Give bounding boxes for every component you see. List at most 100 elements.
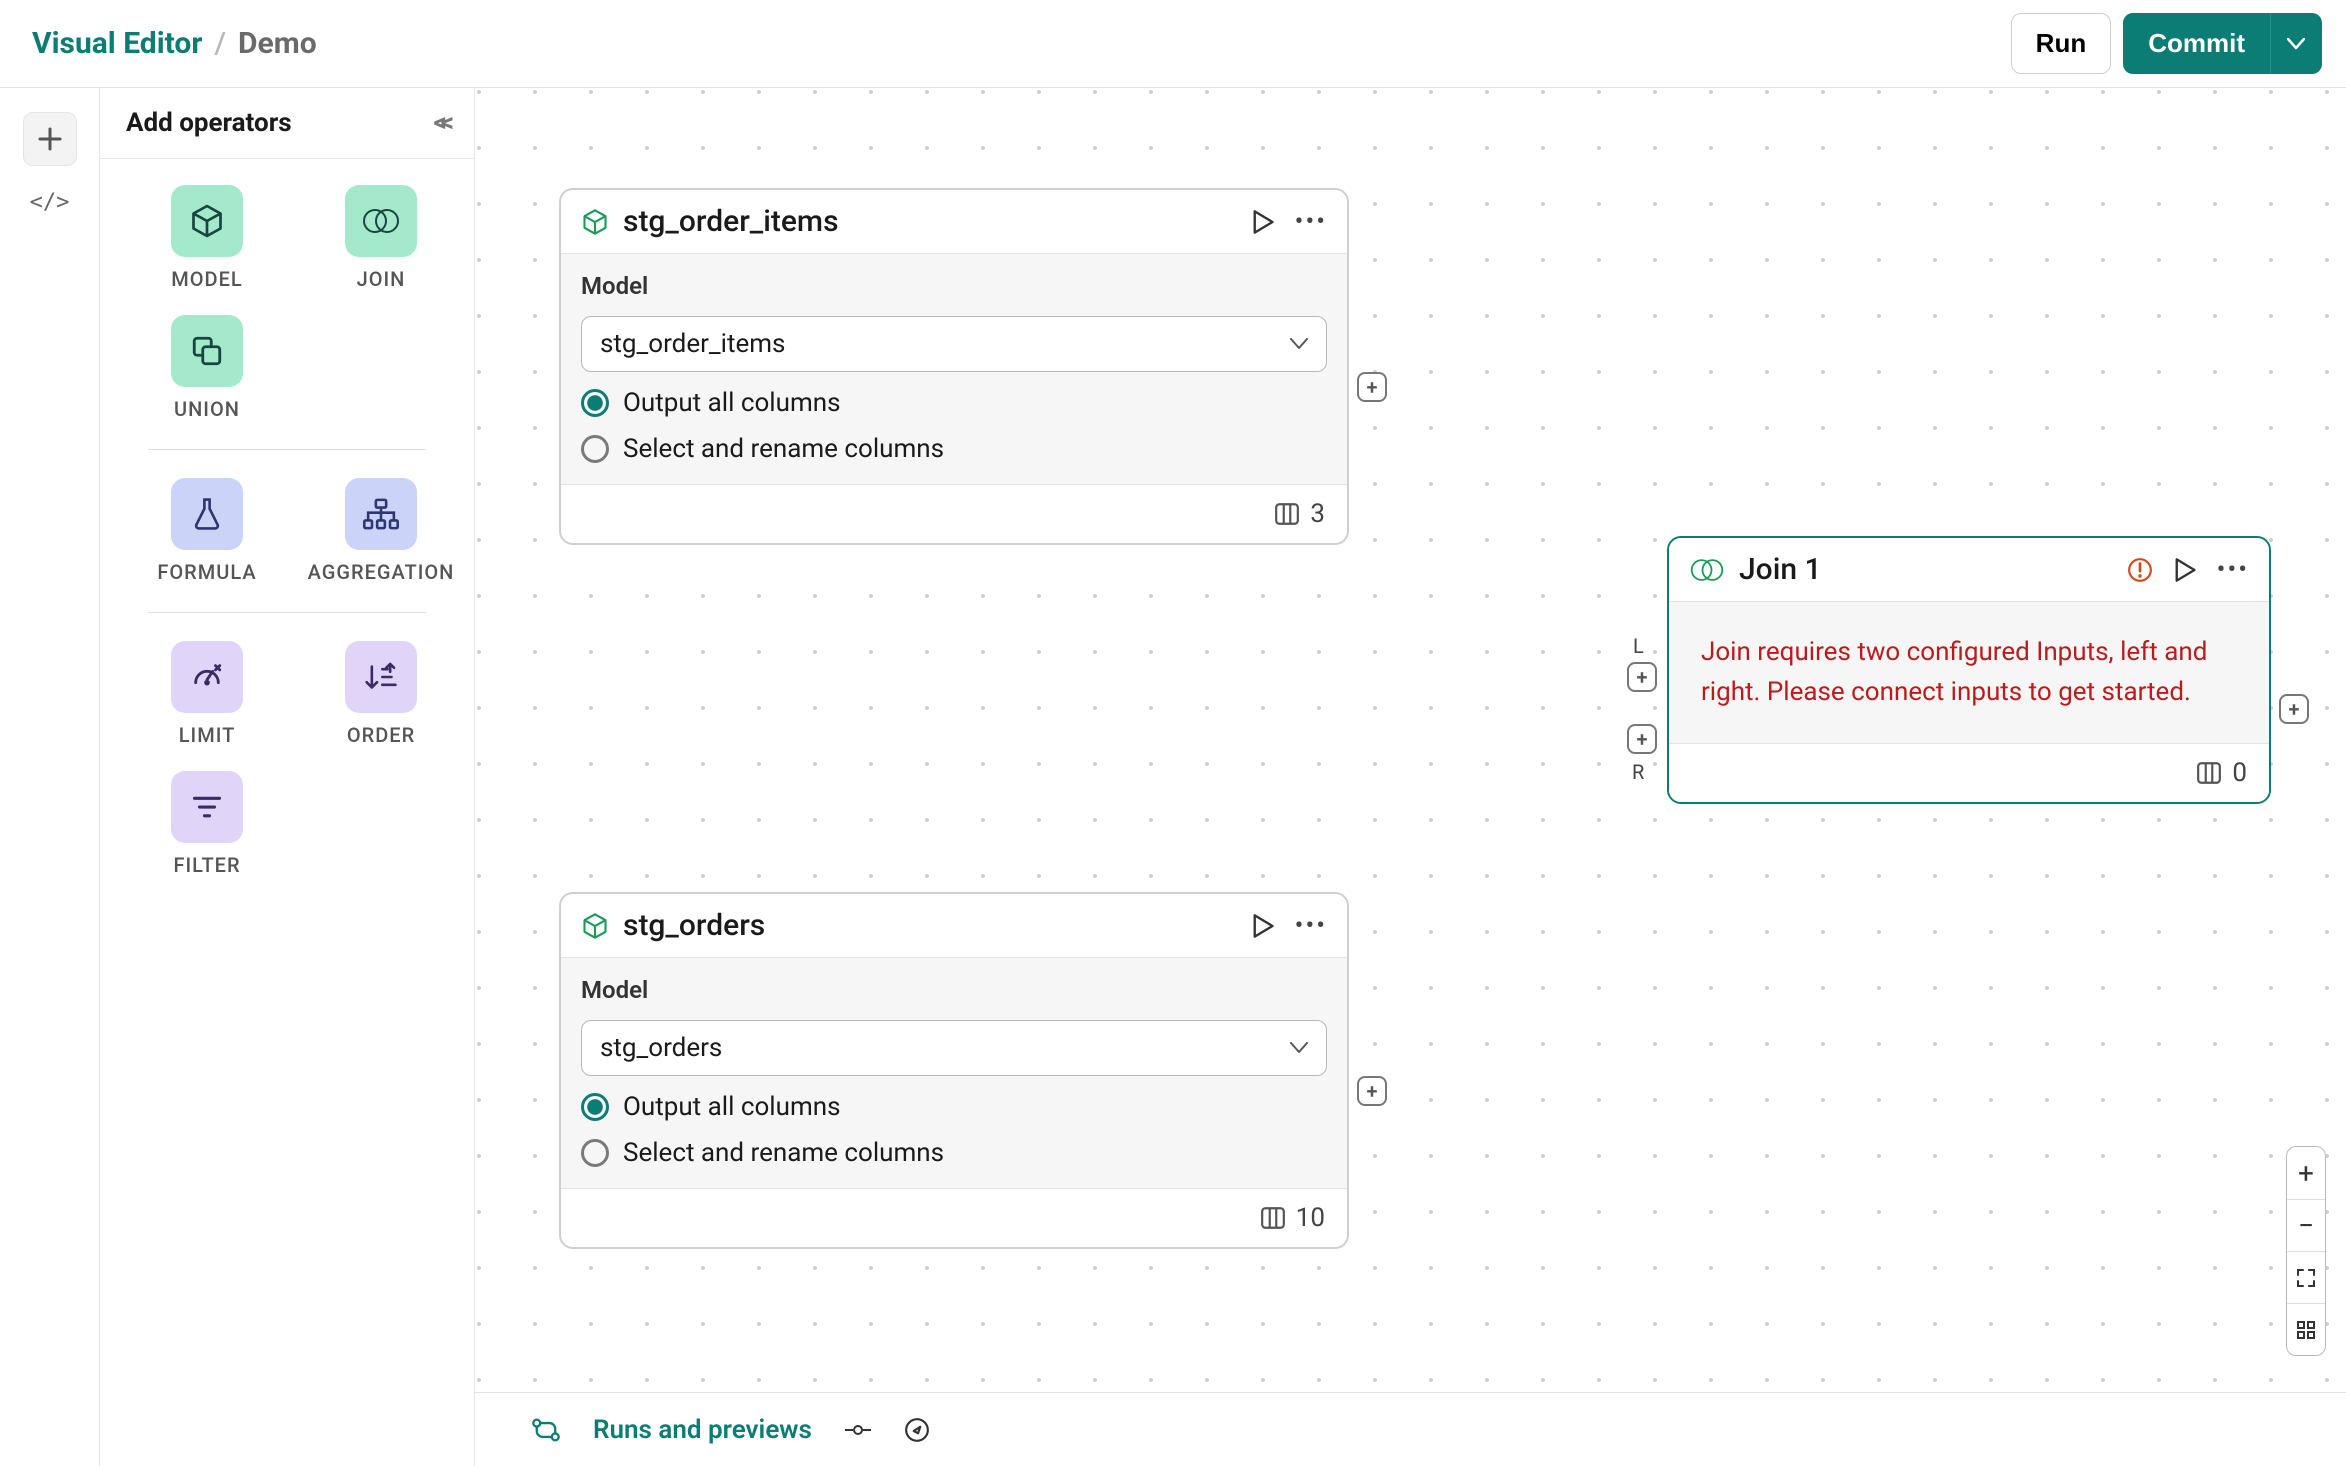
runs-icon	[531, 1417, 561, 1443]
play-icon[interactable]	[1251, 209, 1275, 235]
port-right-label: R	[1632, 760, 1644, 784]
operator-limit[interactable]: LIMIT	[142, 641, 272, 747]
union-icon	[190, 334, 224, 368]
output-port[interactable]: +	[2279, 694, 2309, 724]
add-button[interactable]	[23, 112, 77, 166]
run-button[interactable]: Run	[2011, 13, 2112, 74]
breadcrumb-current: Demo	[238, 26, 317, 61]
cube-icon	[581, 912, 609, 940]
radio-output-all-label: Output all columns	[623, 1092, 841, 1122]
fit-view-button[interactable]	[2287, 1251, 2325, 1303]
join-error-message: Join requires two configured Inputs, lef…	[1669, 602, 2269, 743]
operator-limit-label: LIMIT	[179, 723, 236, 747]
node-title-text: Join 1	[1739, 552, 1822, 587]
code-view-button[interactable]: </>	[30, 190, 70, 215]
input-port-right[interactable]: +	[1627, 724, 1657, 754]
cube-icon	[189, 203, 225, 239]
operator-aggregation-label: AGGREGATION	[308, 560, 455, 584]
radio-icon	[581, 389, 609, 417]
model-section-label: Model	[581, 976, 1327, 1004]
sidebar-title: Add operators	[126, 108, 292, 138]
radio-icon	[581, 1093, 609, 1121]
canvas[interactable]: stg_order_items ••• Model stg_order_item…	[475, 88, 2346, 1466]
commit-line-icon[interactable]	[844, 1423, 872, 1437]
operator-formula-label: FORMULA	[157, 560, 256, 584]
operator-model[interactable]: MODEL	[142, 185, 272, 291]
commit-button[interactable]: Commit	[2123, 13, 2270, 74]
columns-icon	[1274, 502, 1300, 526]
breadcrumb-separator: /	[214, 26, 226, 61]
venn-icon	[361, 207, 401, 235]
compass-icon[interactable]	[904, 1417, 930, 1443]
radio-icon	[581, 1139, 609, 1167]
separator	[148, 449, 426, 450]
node-stg-orders[interactable]: stg_orders ••• Model stg_orders	[559, 892, 1349, 1249]
operator-formula[interactable]: FORMULA	[142, 478, 272, 584]
node-title-text: stg_order_items	[623, 204, 839, 239]
play-icon[interactable]	[1251, 913, 1275, 939]
breadcrumb-root[interactable]: Visual Editor	[32, 26, 202, 61]
chevron-down-icon	[1290, 338, 1308, 350]
operator-aggregation[interactable]: AGGREGATION	[316, 478, 446, 584]
operator-filter[interactable]: FILTER	[142, 771, 272, 877]
radio-output-all-label: Output all columns	[623, 388, 841, 418]
operator-union[interactable]: UNION	[142, 315, 272, 421]
model-select-value: stg_order_items	[600, 329, 785, 359]
warning-icon	[2127, 557, 2153, 583]
more-icon[interactable]: •••	[1295, 207, 1327, 237]
collapse-sidebar-button[interactable]: <<	[433, 108, 448, 138]
node-title-text: stg_orders	[623, 908, 765, 943]
operator-order[interactable]: ORDER	[316, 641, 446, 747]
node-join-1[interactable]: Join 1 ••• Join requires two configured …	[1667, 536, 2271, 804]
cube-icon	[581, 208, 609, 236]
chevron-down-icon	[1290, 1042, 1308, 1054]
play-icon[interactable]	[2173, 557, 2197, 583]
radio-select-rename-label: Select and rename columns	[623, 1138, 944, 1168]
radio-icon	[581, 435, 609, 463]
breadcrumb: Visual Editor / Demo	[32, 26, 317, 61]
radio-select-rename[interactable]: Select and rename columns	[581, 434, 1327, 464]
venn-icon	[1689, 557, 1725, 583]
radio-output-all[interactable]: Output all columns	[581, 388, 1327, 418]
chevron-down-icon	[2287, 38, 2305, 50]
column-count: 0	[2232, 758, 2247, 788]
sort-icon	[364, 661, 398, 693]
zoom-out-button[interactable]: −	[2287, 1199, 2325, 1251]
columns-icon	[2196, 761, 2222, 785]
radio-select-rename[interactable]: Select and rename columns	[581, 1138, 1327, 1168]
radio-output-all[interactable]: Output all columns	[581, 1092, 1327, 1122]
model-select-value: stg_orders	[600, 1033, 722, 1063]
column-count: 10	[1296, 1203, 1325, 1233]
expand-icon	[2296, 1268, 2316, 1288]
input-port-left[interactable]: +	[1627, 662, 1657, 692]
operator-union-label: UNION	[174, 397, 240, 421]
radio-select-rename-label: Select and rename columns	[623, 434, 944, 464]
separator	[148, 612, 426, 613]
column-count: 3	[1310, 499, 1325, 529]
operator-model-label: MODEL	[171, 267, 242, 291]
grid-view-button[interactable]	[2287, 1303, 2325, 1355]
more-icon[interactable]: •••	[1295, 911, 1327, 941]
gauge-icon	[190, 660, 224, 694]
columns-icon	[1260, 1206, 1286, 1230]
node-stg-order-items[interactable]: stg_order_items ••• Model stg_order_item…	[559, 188, 1349, 545]
model-select[interactable]: stg_order_items	[581, 316, 1327, 372]
operator-join-label: JOIN	[357, 267, 406, 291]
operator-join[interactable]: JOIN	[316, 185, 446, 291]
zoom-in-button[interactable]: +	[2287, 1147, 2325, 1199]
output-port[interactable]: +	[1357, 372, 1387, 402]
grid-icon	[2296, 1320, 2316, 1340]
operator-filter-label: FILTER	[173, 853, 240, 877]
filter-icon	[192, 794, 222, 820]
model-section-label: Model	[581, 272, 1327, 300]
model-select[interactable]: stg_orders	[581, 1020, 1327, 1076]
commit-dropdown-button[interactable]	[2270, 13, 2322, 74]
flask-icon	[191, 497, 223, 531]
aggregation-icon	[363, 498, 399, 530]
more-icon[interactable]: •••	[2217, 555, 2249, 585]
output-port[interactable]: +	[1357, 1076, 1387, 1106]
runs-previews-tab[interactable]: Runs and previews	[593, 1415, 812, 1445]
port-left-label: L	[1633, 634, 1644, 658]
plus-icon	[37, 126, 63, 152]
operator-order-label: ORDER	[347, 723, 415, 747]
